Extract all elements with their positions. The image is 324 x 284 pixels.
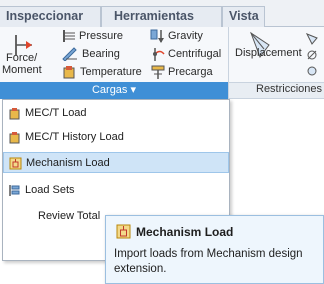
- bearing-icon: [62, 47, 77, 61]
- tooltip-description: Import loads from Mechanism design exten…: [114, 248, 303, 275]
- tab-vista[interactable]: Vista: [222, 6, 265, 27]
- planar-constraint-icon[interactable]: [306, 33, 318, 45]
- gravity-button[interactable]: Gravity: [146, 28, 226, 45]
- ball-constraint-icon[interactable]: [306, 65, 318, 77]
- pressure-label: Pressure: [79, 30, 124, 42]
- menu-item-label: Review Total: [38, 210, 101, 222]
- gravity-icon: [150, 29, 164, 43]
- mechanism-load-icon: [9, 157, 22, 170]
- mechanism-load-tooltip: Mechanism Load Import loads from Mechani…: [105, 215, 324, 284]
- force-moment-button[interactable]: Force/ Moment: [0, 27, 48, 82]
- tooltip-title: Mechanism Load: [136, 225, 234, 239]
- pin-constraint-icon[interactable]: [306, 49, 318, 61]
- load-sets-icon: [9, 185, 20, 196]
- temperature-button[interactable]: Temperature: [52, 64, 144, 81]
- pressure-button[interactable]: Pressure: [52, 28, 124, 45]
- menu-item-label: Load Sets: [25, 184, 75, 196]
- precarga-button[interactable]: Precarga: [146, 64, 226, 81]
- gravity-label: Gravity: [168, 30, 203, 42]
- centrifugal-label: Centrifugal: [168, 48, 222, 60]
- force-moment-label-2: Moment: [2, 64, 42, 76]
- menu-item-label: Mechanism Load: [26, 157, 110, 169]
- precarga-icon: [151, 65, 165, 79]
- precarga-label: Precarga: [168, 66, 213, 78]
- menu-item-mect-load[interactable]: MEC/T Load: [3, 103, 229, 124]
- centrifugal-icon: [153, 48, 165, 61]
- cargas-group-dropdown[interactable]: Cargas ▾: [0, 82, 228, 99]
- temperature-icon: [63, 66, 75, 79]
- menu-item-mect-history-load[interactable]: MEC/T History Load: [3, 127, 229, 148]
- mechanism-load-icon: [116, 224, 131, 239]
- displacement-button[interactable]: Displacement: [230, 27, 302, 82]
- ribbon-panel: Force/ Moment Pressure Bearing Temperatu…: [0, 27, 324, 82]
- mect-history-load-icon: [9, 132, 20, 144]
- restricciones-group-label: Restricciones: [256, 83, 323, 95]
- menu-item-label: MEC/T Load: [25, 107, 87, 119]
- temperature-label: Temperature: [80, 66, 142, 78]
- force-moment-label-1: Force/: [6, 52, 38, 64]
- menu-item-load-sets[interactable]: Load Sets: [3, 180, 229, 201]
- tab-herramientas[interactable]: Herramientas: [101, 6, 222, 27]
- pressure-icon: [63, 30, 75, 42]
- tab-inspeccionar[interactable]: Inspeccionar: [0, 6, 101, 27]
- bearing-button[interactable]: Bearing: [52, 46, 124, 63]
- displacement-label: Displacement: [235, 47, 302, 59]
- menu-item-label: MEC/T History Load: [25, 131, 124, 143]
- centrifugal-button[interactable]: Centrifugal: [146, 46, 226, 63]
- mect-load-icon: [9, 108, 20, 120]
- group-separator: [228, 27, 229, 99]
- ribbon-tab-bar: Inspeccionar Herramientas Vista: [0, 0, 324, 27]
- menu-item-mechanism-load[interactable]: Mechanism Load: [3, 152, 229, 173]
- bearing-label: Bearing: [82, 48, 120, 60]
- restriction-tools-column: [300, 27, 324, 82]
